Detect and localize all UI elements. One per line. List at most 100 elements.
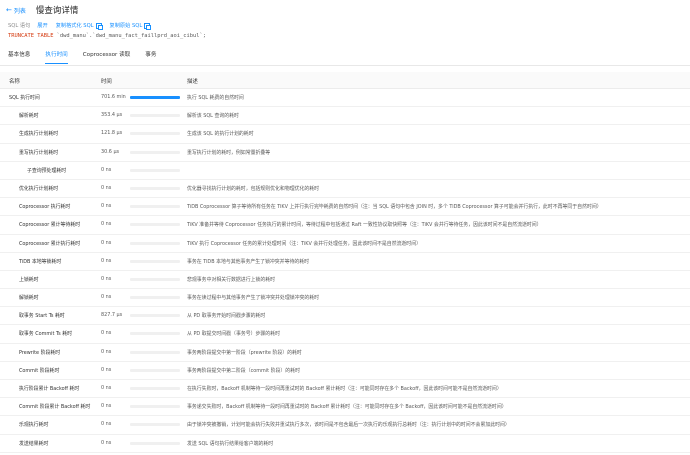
sql-label: SQL 语句 <box>8 23 31 29</box>
row-name: Commit 阶段累计 Backoff 耗时 <box>19 404 91 411</box>
copy-formatted-label: 复制格式化 SQL <box>55 23 94 29</box>
page-title: 慢查询详情 <box>35 6 79 16</box>
row-name: Coprocessor 执行耗时 <box>19 204 71 211</box>
row-name: 优化执行计划耗时 <box>19 185 59 192</box>
expand-link[interactable]: 展开 <box>37 22 47 29</box>
table-row: 取事务 Commit Ts 耗时 0 ns 从 PD 取提交时间戳（事务号）步骤的耗… <box>0 325 690 344</box>
tab-item[interactable]: Coprocessor 读取 <box>83 50 131 64</box>
table-row: SQL 执行时间 701.6 min 执行 SQL 耗费的自然时间 <box>0 89 690 108</box>
time-bar <box>130 186 180 190</box>
copy-icon <box>95 22 103 30</box>
row-description: 悲观事务中对相关行数据进行上锁的耗时 <box>187 276 276 283</box>
row-time-value: 0 ns <box>101 257 112 264</box>
row-name: 执行阶段累计 Backoff 耗时 <box>19 386 80 392</box>
row-description: 重写执行计划的耗时，例如常量折叠等 <box>187 149 271 156</box>
row-description: 发送 SQL 语句执行结果给客户端的耗时 <box>187 440 274 447</box>
row-description: 事务递交失败时，Backoff 机制等待一段时间再重试时的 Backoff 累计… <box>187 404 507 411</box>
row-name: 子查询预处理耗时 <box>27 167 67 174</box>
row-time-value: 0 ns <box>101 184 112 191</box>
table-row: 解锁耗时 0 ns 事务在读过程中与其他事务产生了锁冲突并处理锁冲突的耗时 <box>0 289 690 308</box>
row-description: TiKV 执行 Coprocessor 任务的累计处理时间（注：TiKV 会并行… <box>187 240 421 247</box>
sql-body: `dwd_manu`.`dwd_manu_fact_faillprd_aoi_c… <box>53 33 206 39</box>
row-name: Prewrite 阶段耗时 <box>19 349 61 356</box>
time-bar <box>130 368 180 372</box>
slow-query-detail-page: ← 列表 慢查询详情 SQL 语句 展开 复制格式化 SQL 复制原始 SQL … <box>0 0 690 455</box>
row-name: 取事务 Start Ts 耗时 <box>19 313 65 320</box>
row-name: SQL 执行时间 <box>9 95 40 101</box>
row-time-value: 0 ns <box>101 421 112 428</box>
tab-bar: 基本信息 执行时间 Coprocessor 读取 事务 <box>8 50 172 64</box>
row-time-value: 0 ns <box>101 366 112 373</box>
tab-divider <box>0 65 690 66</box>
row-description: 执行 SQL 耗费的自然时间 <box>187 95 244 101</box>
row-name: 发送结果耗时 <box>19 440 49 447</box>
time-bar <box>130 168 180 172</box>
table-row: 乐观执行耗时 0 ns 由于锁冲突被撤销，计划可能会执行失败并重试执行多次，该时间是… <box>0 416 690 435</box>
tab-item[interactable]: 执行时间 <box>45 50 68 64</box>
time-bar <box>130 150 180 154</box>
table-header: 名称 时间 描述 <box>0 72 690 89</box>
time-bar <box>130 405 180 409</box>
row-name: 生成执行计划耗时 <box>19 131 59 138</box>
row-description: 事务在读过程中与其他事务产生了锁冲突并处理锁冲突的耗时 <box>187 295 320 302</box>
back-label: 列表 <box>13 7 26 15</box>
row-time-value: 827.7 µs <box>101 312 123 319</box>
row-name: TiDB 本地等锁耗时 <box>19 258 62 265</box>
table-row: Coprocessor 累计等待耗时 0 ns TiKV 准备并等待 Coproce… <box>0 216 690 235</box>
row-name: 上锁耗时 <box>19 276 39 283</box>
row-name: 解析耗时 <box>19 113 39 120</box>
table-row: 上锁耗时 0 ns 悲观事务中对相关行数据进行上锁的耗时 <box>0 271 690 290</box>
row-description: 优化器寻找执行计划的耗时，包括规则优化和物理优化的耗时 <box>187 185 320 192</box>
row-time-value: 0 ns <box>101 439 112 446</box>
copy-icon <box>144 22 152 30</box>
arrow-left-icon: ← <box>6 6 12 14</box>
table-row: 生成执行计划耗时 121.8 µs 生成该 SQL 的执行计划的耗时 <box>0 125 690 144</box>
row-time-value: 0 ns <box>101 330 112 337</box>
row-time-value: 701.6 min <box>101 94 126 100</box>
row-name: 重写执行计划耗时 <box>19 149 59 156</box>
copy-original-label: 复制原始 SQL <box>109 23 143 29</box>
back-link[interactable]: ← 列表 <box>6 6 26 15</box>
time-bar <box>130 441 180 445</box>
sql-statement: TRUNCATE TABLE `dwd_manu`.`dwd_manu_fact… <box>8 33 206 39</box>
time-bar <box>130 332 180 336</box>
row-description: 从 PD 取提交时间戳（事务号）步骤的耗时 <box>187 331 280 338</box>
time-bar <box>130 96 180 99</box>
row-name: 解锁耗时 <box>19 295 39 302</box>
row-description: 从 PD 取事务开始时间戳步骤的耗时 <box>187 313 266 320</box>
time-bar <box>130 296 180 300</box>
row-time-value: 0 ns <box>101 221 112 228</box>
time-bar <box>130 132 180 136</box>
time-bar-fill <box>130 96 180 99</box>
time-bar <box>130 223 180 227</box>
tab-item[interactable]: 基本信息 <box>8 50 30 64</box>
table-row: 子查询预处理耗时 0 ns <box>0 162 690 180</box>
row-time-value: 353.4 µs <box>101 112 123 119</box>
copy-original-sql-link[interactable]: 复制原始 SQL <box>109 22 152 30</box>
table-row: TiDB 本地等锁耗时 0 ns 事务在 TiDB 本地与其他事务产生了锁冲突并等待… <box>0 253 690 271</box>
table-row: 发送结果耗时 0 ns 发送 SQL 语句执行结果给客户端的耗时 <box>0 435 690 453</box>
row-description: 事务两阶段提交中第一阶段（prewrite 阶段）的耗时 <box>187 349 302 356</box>
table-row: 解析耗时 353.4 µs 解析该 SQL 查询的耗时 <box>0 107 690 126</box>
row-time-value: 121.8 µs <box>101 130 123 137</box>
row-description: 解析该 SQL 查询的耗时 <box>187 113 239 120</box>
column-header-name: 名称 <box>9 79 20 85</box>
time-bar <box>130 314 180 318</box>
tab-item[interactable]: 事务 <box>145 50 156 64</box>
table-row: 重写执行计划耗时 30.6 µs 重写执行计划的耗时，例如常量折叠等 <box>0 144 690 162</box>
row-time-value: 30.6 µs <box>101 148 120 155</box>
row-name: Coprocessor 累计等待耗时 <box>19 222 81 229</box>
row-description: 在执行失败时，Backoff 机制等待一段时间再重试时的 Backoff 累计耗… <box>187 386 502 392</box>
row-time-value: 0 ns <box>101 385 112 391</box>
copy-formatted-sql-link[interactable]: 复制格式化 SQL <box>55 22 103 30</box>
row-description: 由于锁冲突被撤销，计划可能会执行失败并重试执行多次，该时间是不包含最后一次执行的… <box>187 422 510 429</box>
table-row: 取事务 Start Ts 耗时 827.7 µs 从 PD 取事务开始时间戳步骤的耗… <box>0 307 690 326</box>
time-bar <box>130 423 180 427</box>
row-time-value: 0 ns <box>101 403 112 410</box>
time-bar <box>130 259 180 263</box>
row-name: Coprocessor 累计执行耗时 <box>19 240 81 247</box>
row-time-value: 0 ns <box>101 239 112 246</box>
timing-table-body: SQL 执行时间 701.6 min 执行 SQL 耗费的自然时间解析耗时 353.4… <box>0 89 690 455</box>
table-row: 执行阶段累计 Backoff 耗时 0 ns 在执行失败时，Backoff 机制等待… <box>0 380 690 399</box>
top-bar: ← 列表 慢查询详情 <box>6 3 78 17</box>
